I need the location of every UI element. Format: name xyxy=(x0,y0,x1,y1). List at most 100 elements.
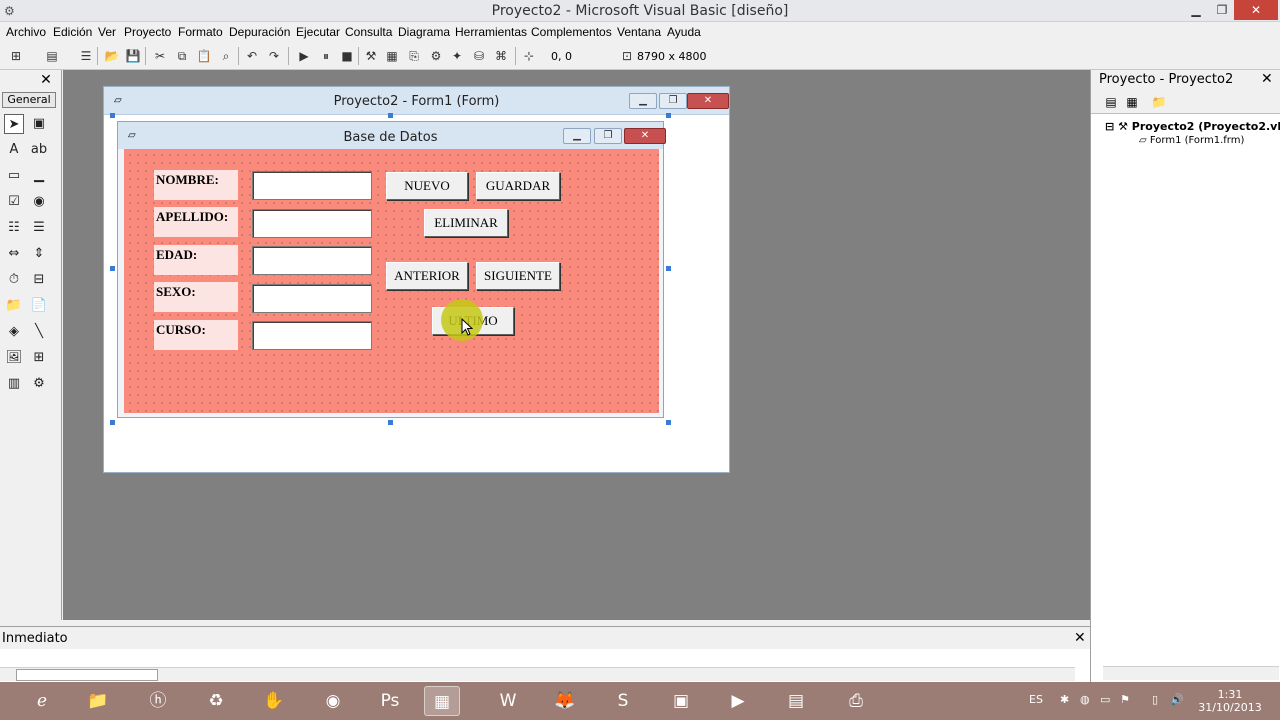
close-button[interactable]: ✕ xyxy=(1234,0,1278,20)
shape-tool-icon[interactable]: ◈ xyxy=(4,322,24,342)
project-tree-form1[interactable]: ▱ Form1 (Form1.frm) xyxy=(1139,135,1244,146)
update-icon[interactable]: ◍ xyxy=(1080,693,1090,706)
checkbox-tool-icon[interactable]: ☑ xyxy=(4,192,24,212)
battery-icon[interactable]: ▯ xyxy=(1152,693,1158,706)
label-edad[interactable]: EDAD: xyxy=(154,245,238,275)
menu-complementos[interactable]: Complementos xyxy=(531,25,612,39)
bluetooth-icon[interactable]: ✱ xyxy=(1060,693,1069,706)
label-apellido[interactable]: APELLIDO: xyxy=(154,207,238,237)
picturebox-tool-icon[interactable]: ▣ xyxy=(29,114,49,134)
resize-handle-bottom[interactable] xyxy=(388,420,393,425)
data-tool-icon[interactable]: ⊞ xyxy=(29,348,49,368)
combobox-tool-icon[interactable]: ☷ xyxy=(4,218,24,238)
minimize-button[interactable]: ▁ xyxy=(1182,0,1210,20)
file-explorer-icon[interactable]: 📁 xyxy=(80,686,116,716)
dirlistbox-tool-icon[interactable]: 📁 xyxy=(4,296,24,316)
object-browser-icon[interactable]: ⚙ xyxy=(428,48,444,64)
menu-consulta[interactable]: Consulta xyxy=(345,25,392,39)
project-panel-close-icon[interactable]: ✕ xyxy=(1261,71,1273,87)
find-icon[interactable]: ⌕ xyxy=(218,48,234,64)
siguiente-button[interactable]: SIGUIENTE xyxy=(476,262,560,290)
menu-edicion[interactable]: Edición xyxy=(53,25,92,39)
resize-handle-top-right[interactable] xyxy=(666,113,671,118)
component-manager-icon[interactable]: ⌘ xyxy=(493,48,509,64)
menu-depuracion[interactable]: Depuración xyxy=(229,25,290,39)
optionbutton-tool-icon[interactable]: ◉ xyxy=(29,192,49,212)
drivelistbox-tool-icon[interactable]: ⊟ xyxy=(29,270,49,290)
designer-minimize-button[interactable]: ▁ xyxy=(629,93,657,109)
nombre-textbox[interactable] xyxy=(252,171,372,200)
word-icon[interactable]: W xyxy=(490,686,526,716)
cut-icon[interactable]: ✂ xyxy=(152,48,168,64)
immediate-scroll-thumb[interactable] xyxy=(16,669,158,681)
internet-explorer-icon[interactable]: ℯ xyxy=(24,686,60,716)
anterior-button[interactable]: ANTERIOR xyxy=(386,262,468,290)
pause-icon[interactable]: ⏸ xyxy=(318,48,334,64)
paste-icon[interactable]: 📋 xyxy=(196,48,212,64)
label-nombre[interactable]: NOMBRE: xyxy=(154,170,238,200)
restore-button[interactable]: ❐ xyxy=(1208,0,1236,20)
timer-tool-icon[interactable]: ⏱ xyxy=(4,270,24,290)
menu-formato[interactable]: Formato xyxy=(178,25,223,39)
notes-app-icon[interactable]: ▤ xyxy=(778,686,814,716)
firefox-icon[interactable]: 🦊 xyxy=(547,686,583,716)
menu-proyecto[interactable]: Proyecto xyxy=(124,25,171,39)
flag-icon[interactable]: ⚑ xyxy=(1120,693,1130,706)
toggle-folders-icon[interactable]: 📁 xyxy=(1151,94,1167,110)
save-project-icon[interactable]: 💾 xyxy=(125,48,141,64)
form1-client-area[interactable]: NOMBRE: APELLIDO: EDAD: SEXO: CURSO: NUE… xyxy=(124,149,659,413)
visual-basic-icon[interactable]: ▦ xyxy=(424,686,460,716)
vscrollbar-tool-icon[interactable]: ⇕ xyxy=(29,244,49,264)
menu-ayuda[interactable]: Ayuda xyxy=(667,25,701,39)
immediate-window[interactable]: Inmediato ✕ xyxy=(0,626,1090,682)
eliminar-button[interactable]: ELIMINAR xyxy=(424,209,508,237)
add-project-icon[interactable]: ⊞ xyxy=(8,48,24,64)
listbox-tool-icon[interactable]: ☰ xyxy=(29,218,49,238)
copy-icon[interactable]: ⧉ xyxy=(174,48,190,64)
textbox-tool-icon[interactable]: ab xyxy=(29,140,49,160)
label-curso[interactable]: CURSO: xyxy=(154,320,238,350)
view-code-icon[interactable]: ▤ xyxy=(1103,94,1119,110)
form1-maximize-button[interactable]: ❐ xyxy=(594,128,622,144)
form1-close-button[interactable]: ✕ xyxy=(624,128,666,144)
add-form-icon[interactable]: ▤ xyxy=(44,48,60,64)
toolbox-icon[interactable]: ✦ xyxy=(449,48,465,64)
system-clock[interactable]: 1:31 31/10/2013 xyxy=(1198,688,1262,714)
chrome-icon[interactable]: ◉ xyxy=(315,686,351,716)
hscrollbar-tool-icon[interactable]: ⇔ xyxy=(4,244,24,264)
image-tool-icon[interactable]: 🖼 xyxy=(4,348,24,368)
sexo-textbox[interactable] xyxy=(252,284,372,313)
edad-textbox[interactable] xyxy=(252,246,372,275)
tree-collapse-icon[interactable]: ⊟ xyxy=(1105,120,1114,133)
photoshop-icon[interactable]: Ps xyxy=(372,686,408,716)
resize-handle-left[interactable] xyxy=(110,266,115,271)
menu-herramientas[interactable]: Herramientas xyxy=(455,25,527,39)
label-tool-icon[interactable]: A xyxy=(4,140,24,160)
menu-ventana[interactable]: Ventana xyxy=(617,25,661,39)
form1-window[interactable]: ▱ Base de Datos ▁ ❐ ✕ NOMBRE: APELLIDO: … xyxy=(117,121,666,418)
skype-icon[interactable]: S xyxy=(605,686,641,716)
resize-handle-bottom-right[interactable] xyxy=(666,420,671,425)
redo-icon[interactable]: ↷ xyxy=(266,48,282,64)
commandbutton-tool-icon[interactable]: ▁ xyxy=(29,166,49,186)
curso-textbox[interactable] xyxy=(252,321,372,350)
designer-maximize-button[interactable]: ❐ xyxy=(659,93,687,109)
immediate-close-icon[interactable]: ✕ xyxy=(1074,630,1086,646)
frame-tool-icon[interactable]: ▭ xyxy=(4,166,24,186)
pointer-tool-icon[interactable]: ➤ xyxy=(4,114,24,134)
apellido-textbox[interactable] xyxy=(252,209,372,238)
custom-control-tool-icon[interactable]: ⚙ xyxy=(29,374,49,394)
form1-minimize-button[interactable]: ▁ xyxy=(563,128,591,144)
box-app-icon[interactable]: ▣ xyxy=(663,686,699,716)
line-tool-icon[interactable]: ╲ xyxy=(29,322,49,342)
undo-icon[interactable]: ↶ xyxy=(244,48,260,64)
start-icon[interactable]: ▶ xyxy=(296,48,312,64)
data-view-icon[interactable]: ⛁ xyxy=(471,48,487,64)
designer-close-button[interactable]: ✕ xyxy=(687,93,729,109)
toolbox-close-icon[interactable]: ✕ xyxy=(38,72,54,88)
properties-window-icon[interactable]: ▦ xyxy=(384,48,400,64)
stop-icon[interactable]: ■ xyxy=(339,48,355,64)
project-explorer-icon[interactable]: ⚒ xyxy=(363,48,379,64)
project-horizontal-scrollbar[interactable] xyxy=(1103,666,1279,680)
toolbox-general-tab[interactable]: General xyxy=(2,92,56,108)
